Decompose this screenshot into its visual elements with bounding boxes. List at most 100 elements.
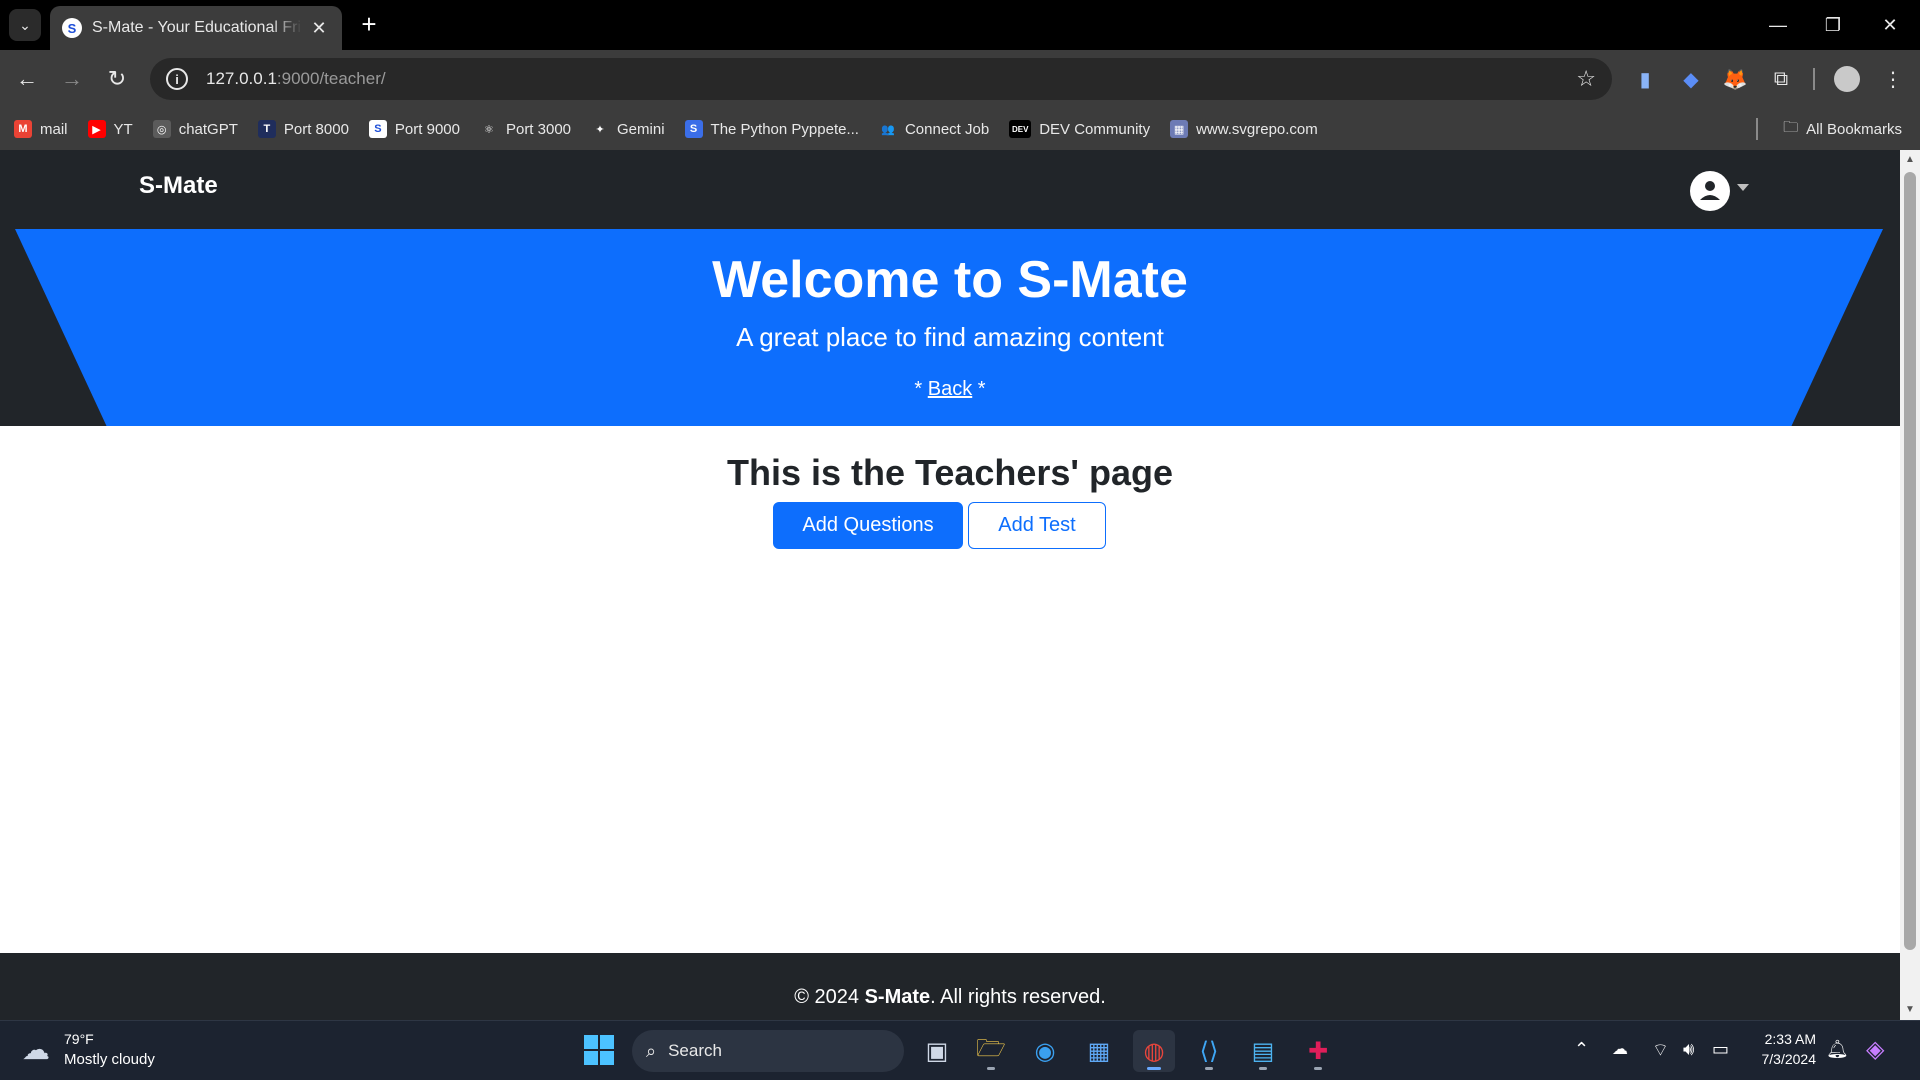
site-favicon-icon: S	[62, 18, 82, 38]
ms-store-icon[interactable]: ▦	[1078, 1030, 1120, 1072]
volume-icon[interactable]: 🔊︎	[1683, 1039, 1694, 1060]
wifi-icon[interactable]: ⌔	[1652, 1039, 1669, 1062]
extensions-puzzle-icon[interactable]: ⧉	[1766, 64, 1796, 94]
gmail-icon: M	[14, 120, 32, 138]
gemini-icon: ✦	[591, 120, 610, 138]
bookmark-item[interactable]: T Port 8000	[257, 120, 349, 138]
bookmark-star-icon[interactable]: ☆	[1576, 66, 1596, 92]
hero-subtitle: A great place to find amazing content	[736, 322, 1164, 352]
edge-browser-icon[interactable]: ◉	[1024, 1030, 1066, 1072]
back-link[interactable]: Back	[928, 378, 972, 400]
back-link-suffix: *	[972, 378, 986, 400]
bookmark-item[interactable]: ▶ YT	[87, 120, 133, 138]
add-test-button[interactable]: Add Test	[968, 502, 1106, 549]
taskbar-search[interactable]: ⌕ Search	[632, 1030, 904, 1072]
new-tab-button[interactable]: +	[354, 10, 384, 40]
url-host: 127.0.0.1	[206, 69, 277, 88]
bookmark-item[interactable]: S The Python Pyppete...	[684, 120, 859, 138]
bookmark-label: mail	[40, 120, 68, 138]
site-info-icon[interactable]: i	[166, 68, 188, 90]
user-menu-button[interactable]	[1690, 171, 1730, 211]
start-windows-icon[interactable]	[584, 1035, 614, 1065]
bookmark-label: The Python Pyppete...	[710, 120, 859, 138]
notepad-icon[interactable]: ▤	[1242, 1030, 1284, 1072]
extension-metamask-icon[interactable]: 🦊	[1720, 64, 1750, 94]
weather-cloud-icon[interactable]: ☁	[22, 1033, 50, 1066]
weather-description[interactable]: Mostly cloudy	[64, 1051, 155, 1068]
restore-window-icon[interactable]: ❐	[1813, 8, 1853, 42]
notification-bell-icon[interactable]: 🔔︎	[1826, 1039, 1849, 1060]
bookmark-label: Gemini	[617, 120, 665, 138]
bookmark-label: Port 8000	[283, 120, 349, 138]
bookmark-label: YT	[113, 120, 133, 138]
onedrive-cloud-icon[interactable]: ☁	[1612, 1039, 1628, 1059]
clock-date[interactable]: 7/3/2024	[1750, 1051, 1817, 1067]
bookmark-label: Port 3000	[505, 120, 572, 138]
react-icon: ⚛	[479, 120, 498, 138]
connect-job-icon: 👥	[878, 120, 897, 138]
browser-tabstrip: ⌄ S S-Mate - Your Educational Friend ✕ +…	[0, 0, 1920, 50]
site-navbar: S-Mate	[0, 150, 1900, 229]
slack-icon[interactable]: ✚	[1297, 1030, 1339, 1072]
port-9000-icon: S	[368, 120, 387, 138]
bookmark-item[interactable]: 👥 Connect Job	[878, 120, 989, 138]
clock-time[interactable]: 2:33 AM	[1760, 1031, 1816, 1047]
dropdown-caret-icon[interactable]	[1737, 184, 1749, 191]
forward-arrow-icon[interactable]: →	[56, 63, 88, 95]
scroll-up-icon[interactable]: ▲	[1900, 150, 1920, 170]
chevron-down-icon: ⌄	[19, 16, 31, 33]
bookmark-label: www.svgrepo.com	[1196, 120, 1318, 138]
browser-menu-icon[interactable]: ⋮	[1878, 64, 1908, 94]
bookmark-item[interactable]: DEV DEV Community	[1009, 120, 1150, 138]
bookmark-item[interactable]: ◎ chatGPT	[152, 120, 238, 138]
python-icon: S	[684, 120, 703, 138]
extension-bitwarden-icon[interactable]: ◆	[1676, 64, 1706, 94]
battery-icon[interactable]: ▭	[1712, 1039, 1729, 1060]
scrollbar-thumb[interactable]	[1904, 172, 1916, 950]
bookmark-item[interactable]: ⚛ Port 3000	[479, 120, 572, 138]
youtube-icon: ▶	[87, 120, 106, 138]
footer-suffix: . All rights reserved.	[930, 986, 1106, 1008]
add-questions-button[interactable]: Add Questions	[773, 502, 963, 549]
browser-toolbar: ← → ↻ i 127.0.0.1:9000/teacher/ ☆ ▮ ◆ 🦊 …	[0, 50, 1920, 108]
bookmark-item[interactable]: ▦ www.svgrepo.com	[1170, 120, 1318, 138]
close-tab-icon[interactable]: ✕	[308, 18, 330, 39]
address-bar[interactable]: i 127.0.0.1:9000/teacher/ ☆	[150, 58, 1612, 100]
file-explorer-icon[interactable]: 🗁	[970, 1030, 1012, 1072]
bookmarks-divider	[1756, 118, 1758, 140]
browser-tab-active[interactable]: S S-Mate - Your Educational Friend ✕	[50, 6, 342, 50]
all-bookmarks-button[interactable]: 🗀 All Bookmarks	[1783, 108, 1902, 150]
scroll-down-icon[interactable]: ▼	[1900, 1000, 1920, 1020]
bookmark-item[interactable]: ✦ Gemini	[591, 120, 665, 138]
page-viewport: S-Mate Welcome to S-Mate A great place t…	[0, 150, 1900, 1020]
profile-avatar-icon[interactable]	[1832, 64, 1862, 94]
hero-title: Welcome to S-Mate	[712, 251, 1188, 309]
vscode-icon[interactable]: ⟨⟩	[1188, 1030, 1230, 1072]
back-arrow-icon[interactable]: ←	[11, 63, 43, 95]
reload-icon[interactable]: ↻	[101, 63, 133, 95]
user-avatar-icon	[1692, 173, 1728, 209]
bookmarks-bar: Mmail ▶ YT ◎ chatGPT T Port 8000 S Port 9000 ⚛ Por…	[0, 108, 1920, 150]
chatgpt-icon: ◎	[152, 120, 171, 138]
page-scrollbar[interactable]: ▲ ▼	[1900, 150, 1920, 1020]
bookmark-item[interactable]: Mmail	[14, 120, 68, 138]
show-hidden-icons-chevron-icon[interactable]: ⌃	[1574, 1039, 1589, 1060]
copilot-icon[interactable]: ◈	[1866, 1035, 1884, 1064]
windows-taskbar: ☁ 79°F Mostly cloudy ⌕ Search ▣ 🗁 ◉ ▦ ◍ …	[0, 1020, 1920, 1080]
taskbar-search-label: Search	[668, 1041, 722, 1060]
chrome-browser-icon[interactable]: ◍	[1133, 1030, 1175, 1072]
svgrepo-icon: ▦	[1170, 120, 1189, 138]
weather-temperature[interactable]: 79°F	[64, 1031, 94, 1047]
bookmark-label: Port 9000	[394, 120, 460, 138]
minimize-window-icon[interactable]: —	[1758, 8, 1798, 42]
site-brand[interactable]: S-Mate	[139, 172, 218, 200]
bookmark-item[interactable]: S Port 9000	[368, 120, 460, 138]
bookmark-label: DEV Community	[1039, 120, 1151, 138]
url-path: :9000/teacher/	[276, 69, 386, 88]
close-window-icon[interactable]: ✕	[1870, 8, 1910, 42]
port-8000-icon: T	[257, 120, 276, 138]
task-view-icon[interactable]: ▣	[916, 1030, 958, 1072]
folder-icon: 🗀	[1783, 118, 1799, 136]
extension-docs-icon[interactable]: ▮	[1630, 64, 1660, 94]
tab-search-button[interactable]: ⌄	[9, 9, 41, 41]
